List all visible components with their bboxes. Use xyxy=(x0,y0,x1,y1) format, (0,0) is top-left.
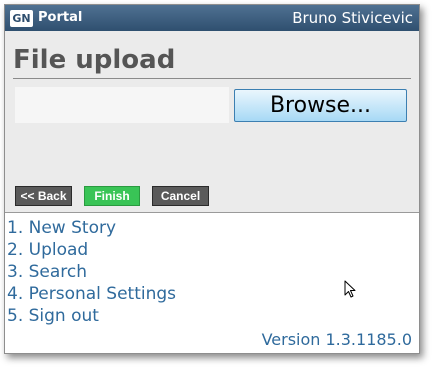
menu-item-search[interactable]: 3. Search xyxy=(7,261,176,283)
user-name: Bruno Stivicevic xyxy=(292,9,413,27)
main-menu: 1. New Story 2. Upload 3. Search 4. Pers… xyxy=(7,217,176,327)
menu-item-new-story[interactable]: 1. New Story xyxy=(7,217,176,239)
version-label: Version 1.3.1185.0 xyxy=(261,330,412,349)
finish-button[interactable]: Finish xyxy=(84,186,140,206)
title-bar: GN Portal Bruno Stivicevic xyxy=(5,5,419,31)
menu-item-sign-out[interactable]: 5. Sign out xyxy=(7,305,176,327)
page-title: File upload xyxy=(13,45,176,75)
logo-badge: GN xyxy=(10,10,33,27)
back-button[interactable]: << Back xyxy=(15,186,72,206)
mouse-pointer-icon xyxy=(344,280,356,298)
logo-text: Portal xyxy=(38,10,83,25)
title-divider xyxy=(13,78,411,79)
browse-button[interactable]: Browse... xyxy=(234,89,407,122)
portal-window: GN Portal Bruno Stivicevic File upload B… xyxy=(4,4,420,354)
upload-panel: File upload Browse... << Back Finish Can… xyxy=(5,31,419,213)
menu-item-personal-settings[interactable]: 4. Personal Settings xyxy=(7,283,176,305)
file-path-input[interactable] xyxy=(15,87,229,123)
menu-item-upload[interactable]: 2. Upload xyxy=(7,239,176,261)
cancel-button[interactable]: Cancel xyxy=(152,186,209,206)
